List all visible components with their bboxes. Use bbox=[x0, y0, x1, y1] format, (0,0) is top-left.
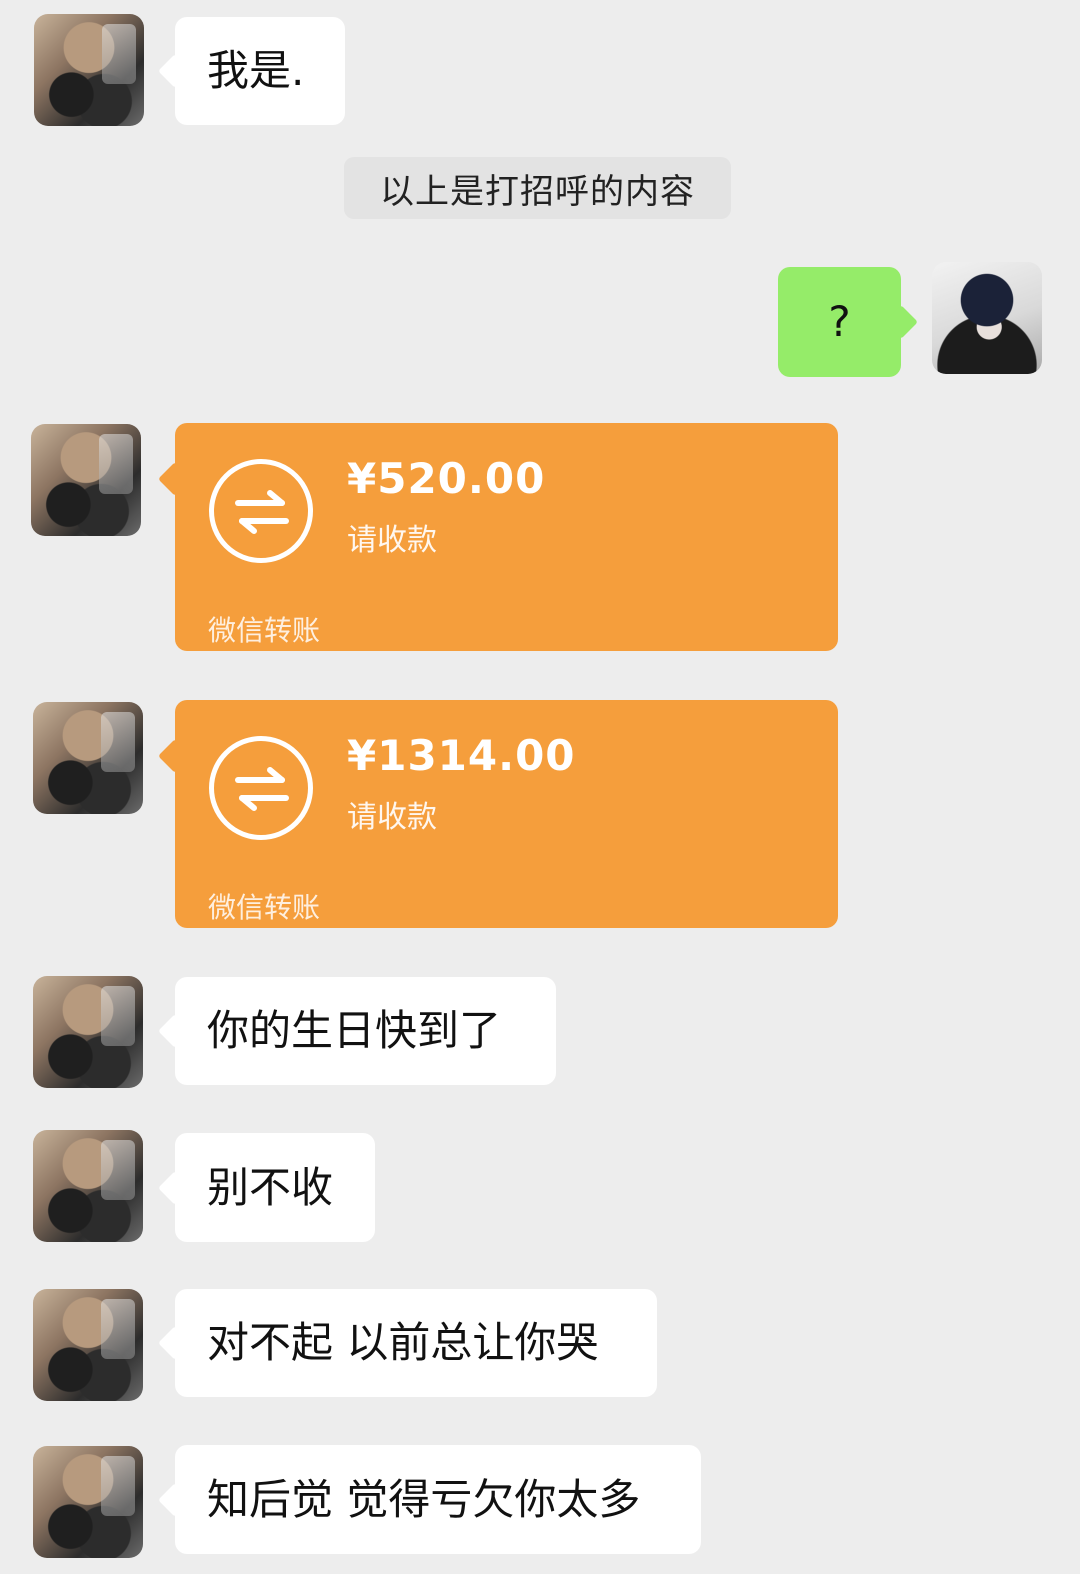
message-text: 你的生日快到了 bbox=[207, 1006, 502, 1055]
avatar[interactable] bbox=[33, 1289, 143, 1401]
message-bubble[interactable]: ? bbox=[778, 267, 901, 377]
transfer-icon bbox=[209, 459, 313, 563]
message-bubble[interactable]: 别不收 bbox=[175, 1133, 375, 1242]
avatar[interactable] bbox=[31, 424, 141, 536]
message-text: 知后觉 觉得亏欠你太多 bbox=[207, 1474, 641, 1524]
transfer-amount: ¥1314.00 bbox=[347, 731, 576, 780]
transfer-icon bbox=[209, 736, 313, 840]
transfer-status: 请收款 bbox=[347, 523, 437, 558]
avatar[interactable] bbox=[932, 262, 1042, 374]
message-text: ? bbox=[828, 297, 851, 346]
avatar[interactable] bbox=[33, 1130, 143, 1242]
transfer-status: 请收款 bbox=[347, 800, 437, 835]
transfer-label: 微信转账 bbox=[208, 891, 321, 924]
message-bubble[interactable]: 对不起 以前总让你哭 bbox=[175, 1289, 657, 1397]
transfer-amount: ¥520.00 bbox=[347, 454, 546, 503]
avatar[interactable] bbox=[33, 1446, 143, 1558]
message-text: 我是. bbox=[207, 46, 305, 95]
message-bubble[interactable]: 知后觉 觉得亏欠你太多 bbox=[175, 1445, 701, 1554]
system-message: 以上是打招呼的内容 bbox=[344, 157, 731, 219]
transfer-card[interactable]: ¥1314.00 请收款 微信转账 bbox=[175, 700, 838, 928]
message-bubble[interactable]: 你的生日快到了 bbox=[175, 977, 556, 1085]
system-message-text: 以上是打招呼的内容 bbox=[380, 171, 695, 212]
message-text: 对不起 以前总让你哭 bbox=[207, 1318, 599, 1367]
avatar[interactable] bbox=[33, 702, 143, 814]
transfer-card[interactable]: ¥520.00 请收款 微信转账 bbox=[175, 423, 838, 651]
avatar[interactable] bbox=[33, 976, 143, 1088]
message-bubble[interactable]: 我是. bbox=[175, 17, 345, 125]
avatar[interactable] bbox=[34, 14, 144, 126]
transfer-label: 微信转账 bbox=[208, 614, 321, 647]
message-text: 别不收 bbox=[207, 1162, 334, 1212]
